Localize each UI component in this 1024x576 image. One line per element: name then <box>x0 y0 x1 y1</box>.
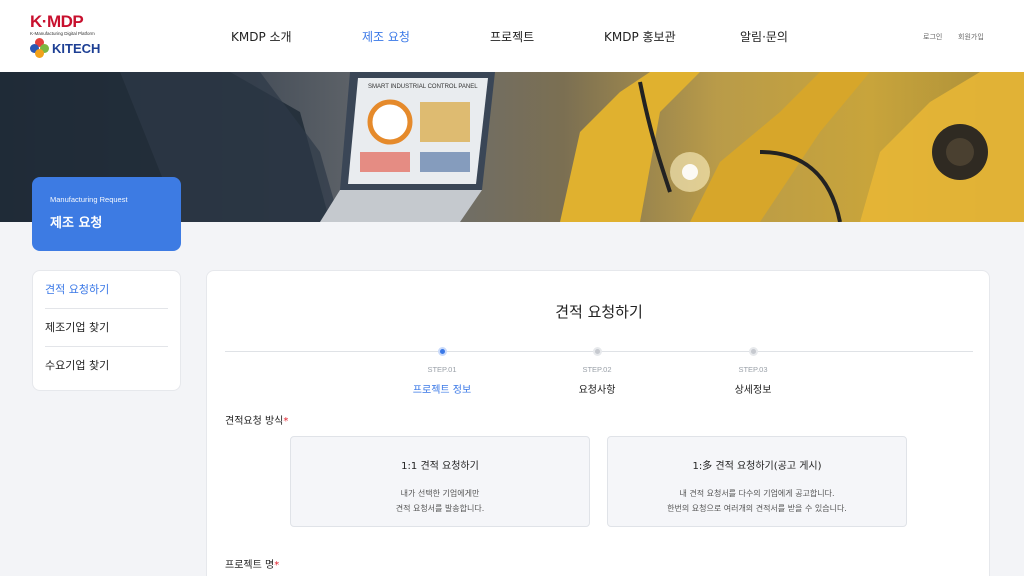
nav-item-promotion[interactable]: KMDP 홍보관 <box>604 28 676 45</box>
step-1-number: STEP.01 <box>427 365 457 374</box>
login-link[interactable]: 로그인 <box>923 32 942 42</box>
project-name-label: 프로젝트 명* <box>225 556 279 571</box>
signup-link[interactable]: 회원가입 <box>958 32 984 42</box>
option-description-line-1: 내가 선택한 기업에게만 <box>400 489 480 498</box>
nav-item-about[interactable]: KMDP 소개 <box>231 28 292 45</box>
step-2-label: 요청사항 <box>578 385 616 396</box>
option-description: 내 견적 요청서를 다수의 기업에게 공고합니다. 한번의 요청으로 여러개의 … <box>608 486 906 516</box>
step-3-indicator <box>749 347 758 356</box>
option-title: 1:多 견적 요청하기(공고 게시) <box>692 461 822 472</box>
required-mark: * <box>274 560 280 571</box>
sidebar-item-find-buyer[interactable]: 수요기업 찾기 <box>45 347 168 385</box>
one-to-many-quote-option[interactable]: 1:多 견적 요청하기(공고 게시) 내 견적 요청서를 다수의 기업에게 공고… <box>607 436 907 527</box>
step-3-label: 상세정보 <box>734 385 772 396</box>
option-description-line-1: 내 견적 요청서를 다수의 기업에게 공고합니다. <box>679 489 835 498</box>
quote-request-form: 견적 요청하기 STEP.01 STEP.02 STEP.03 프로젝트 정보 … <box>206 270 990 576</box>
kmdp-logo-subtitle: K-Manufacturing Digital Platform <box>30 31 95 36</box>
kitech-logo-text: KITECH <box>52 40 101 56</box>
request-method-label: 견적요청 방식* <box>225 412 288 427</box>
option-description-line-2: 한번의 요청으로 여러개의 견적서를 받을 수 있습니다. <box>667 504 847 513</box>
kitech-logo: KITECH <box>30 38 100 58</box>
step-1-indicator <box>438 347 447 356</box>
page-title: 견적 요청하기 <box>555 303 643 321</box>
badge-english-title: Manufacturing Request <box>50 195 128 204</box>
kmdp-logo-text: K·MDP <box>30 12 84 31</box>
request-method-label-text: 견적요청 방식 <box>225 416 284 427</box>
laptop-screen-text: SMART INDUSTRIAL CONTROL PANEL <box>368 84 478 90</box>
option-description-line-2: 견적 요청서를 발송합니다. <box>395 504 485 513</box>
kmdp-logo[interactable]: K·MDP K-Manufacturing Digital Platform K… <box>30 12 110 60</box>
option-description: 내가 선택한 기업에게만 견적 요청서를 발송합니다. <box>291 486 589 516</box>
sidebar-menu: 견적 요청하기 제조기업 찾기 수요기업 찾기 <box>32 270 181 391</box>
nav-item-projects[interactable]: 프로젝트 <box>490 28 534 45</box>
nav-item-notice[interactable]: 알림·문의 <box>740 28 788 45</box>
step-2-number: STEP.02 <box>582 365 612 374</box>
nav-item-manufacturing-request[interactable]: 제조 요청 <box>362 28 410 45</box>
kitech-mark-icon <box>30 38 50 58</box>
sidebar-item-quote-request[interactable]: 견적 요청하기 <box>45 271 168 309</box>
step-3-number: STEP.03 <box>738 365 768 374</box>
step-2-indicator <box>593 347 602 356</box>
page-category-badge: Manufacturing Request 제조 요청 <box>32 177 181 251</box>
one-to-one-quote-option[interactable]: 1:1 견적 요청하기 내가 선택한 기업에게만 견적 요청서를 발송합니다. <box>290 436 590 527</box>
step-1-label: 프로젝트 정보 <box>412 385 472 396</box>
sidebar-item-find-manufacturer[interactable]: 제조기업 찾기 <box>45 309 168 347</box>
required-mark: * <box>283 416 289 427</box>
badge-korean-title: 제조 요청 <box>50 216 103 231</box>
project-name-label-text: 프로젝트 명 <box>225 560 275 571</box>
option-title: 1:1 견적 요청하기 <box>401 461 479 472</box>
header: K·MDP K-Manufacturing Digital Platform K… <box>0 0 1024 72</box>
